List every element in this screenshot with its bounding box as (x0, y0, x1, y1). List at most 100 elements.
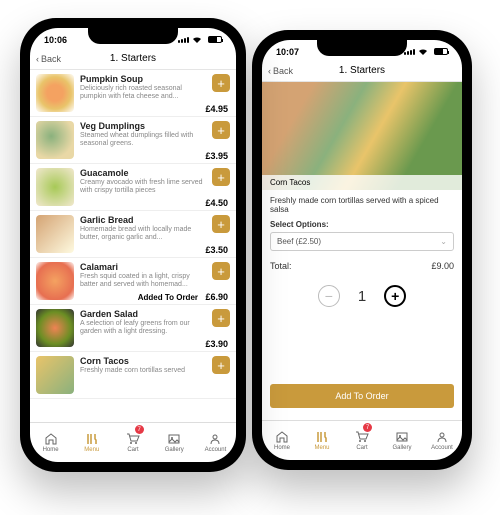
wifi-icon (192, 36, 202, 44)
cart-icon (125, 432, 141, 446)
option-value: Beef (£2.50) (277, 237, 321, 246)
item-name: Guacamole (80, 168, 206, 178)
notch (88, 28, 178, 44)
item-name: Calamari (80, 262, 206, 272)
tab-menu[interactable]: Menu (302, 421, 342, 460)
tab-bar: Home Menu 7 Cart Gallery Account (262, 420, 462, 460)
page-title: 1. Starters (110, 53, 156, 64)
signal-icon (178, 37, 189, 43)
screen-left: 10:06 ‹ Back 1. Starters Pumpkin SoupDel… (30, 28, 236, 462)
tab-gallery[interactable]: Gallery (154, 423, 195, 462)
item-image (36, 168, 74, 206)
chevron-left-icon: ‹ (36, 54, 39, 64)
status-time: 10:07 (276, 47, 299, 57)
tab-menu[interactable]: Menu (71, 423, 112, 462)
tab-account[interactable]: Account (422, 421, 462, 460)
item-price: £6.90 (205, 292, 228, 302)
item-desc: Fresh squid coated in a light, crispy ba… (80, 273, 206, 290)
chevron-left-icon: ‹ (268, 66, 271, 76)
list-item[interactable]: CalamariFresh squid coated in a light, c… (30, 258, 236, 305)
menu-icon (314, 430, 330, 444)
list-item[interactable]: Veg DumplingsSteamed wheat dumplings fil… (30, 117, 236, 164)
item-detail: Freshly made corn tortillas served with … (262, 190, 462, 420)
add-button[interactable]: + (212, 356, 230, 374)
home-icon (43, 432, 59, 446)
gallery-icon (394, 430, 410, 444)
tab-label: Account (205, 447, 227, 453)
battery-icon (434, 48, 448, 55)
cart-badge: 7 (363, 423, 372, 432)
item-name: Garden Salad (80, 309, 206, 319)
qty-minus-button[interactable]: − (318, 285, 340, 307)
add-to-order-button[interactable]: Add To Order (270, 384, 454, 408)
list-item[interactable]: Pumpkin SoupDeliciously rich roasted sea… (30, 70, 236, 117)
item-desc: Deliciously rich roasted seasonal pumpki… (80, 85, 206, 102)
add-button[interactable]: + (212, 262, 230, 280)
select-options-label: Select Options: (270, 220, 454, 229)
list-item[interactable]: Garlic BreadHomemade bread with locally … (30, 211, 236, 258)
total-value: £9.00 (431, 261, 454, 271)
item-desc: Steamed wheat dumplings filled with seas… (80, 132, 206, 149)
phone-left: 10:06 ‹ Back 1. Starters Pumpkin SoupDel… (20, 18, 246, 472)
tab-label: Menu (84, 447, 99, 453)
item-desc: A selection of leafy greens from our gar… (80, 320, 206, 337)
add-button[interactable]: + (212, 74, 230, 92)
item-desc: Creamy avocado with fresh lime served wi… (80, 179, 206, 196)
phone-right: 10:07 ‹ Back 1. Starters Corn Tacos Fres… (252, 30, 472, 470)
option-select[interactable]: Beef (£2.50) ⌄ (270, 232, 454, 251)
tab-label: Gallery (165, 447, 184, 453)
list-item[interactable]: Garden SaladA selection of leafy greens … (30, 305, 236, 352)
item-image (36, 121, 74, 159)
tab-account[interactable]: Account (195, 423, 236, 462)
wifi-icon (418, 48, 428, 56)
list-item[interactable]: GuacamoleCreamy avocado with fresh lime … (30, 164, 236, 211)
menu-icon (84, 432, 100, 446)
tab-label: Cart (127, 447, 138, 453)
item-price: £3.50 (205, 245, 228, 255)
menu-list[interactable]: Pumpkin SoupDeliciously rich roasted sea… (30, 70, 236, 422)
tab-label: Menu (314, 445, 329, 451)
back-button[interactable]: ‹ Back (36, 54, 61, 64)
back-label: Back (273, 66, 293, 76)
page-title: 1. Starters (339, 65, 385, 76)
item-price: £4.50 (205, 198, 228, 208)
tab-cart[interactable]: 7 Cart (342, 421, 382, 460)
item-price: £3.95 (205, 151, 228, 161)
battery-icon (208, 36, 222, 43)
total-label: Total: (270, 261, 292, 271)
item-image (36, 215, 74, 253)
tab-cart[interactable]: 7 Cart (112, 423, 153, 462)
tab-home[interactable]: Home (30, 423, 71, 462)
item-name: Corn Tacos (80, 356, 206, 366)
list-item[interactable]: Corn TacosFreshly made corn tortillas se… (30, 352, 236, 399)
account-icon (434, 430, 450, 444)
nav-bar: ‹ Back 1. Starters (30, 48, 236, 70)
added-label: Added To Order (138, 293, 198, 302)
tab-gallery[interactable]: Gallery (382, 421, 422, 460)
add-button[interactable]: + (212, 215, 230, 233)
add-button[interactable]: + (212, 309, 230, 327)
add-button[interactable]: + (212, 168, 230, 186)
item-detail-desc: Freshly made corn tortillas served with … (270, 196, 454, 214)
nav-bar: ‹ Back 1. Starters (262, 60, 462, 82)
tab-label: Account (431, 445, 453, 451)
tab-label: Home (274, 445, 290, 451)
add-button[interactable]: + (212, 121, 230, 139)
item-price: £4.95 (205, 104, 228, 114)
qty-plus-button[interactable]: + (384, 285, 406, 307)
item-desc: Freshly made corn tortillas served (80, 367, 206, 375)
quantity-stepper: − 1 + (270, 285, 454, 307)
item-price: £3.90 (205, 339, 228, 349)
item-name: Garlic Bread (80, 215, 206, 225)
account-icon (207, 432, 223, 446)
item-image (36, 356, 74, 394)
tab-label: Cart (356, 445, 367, 451)
tab-home[interactable]: Home (262, 421, 302, 460)
back-button[interactable]: ‹ Back (268, 66, 293, 76)
item-name: Pumpkin Soup (80, 74, 206, 84)
item-name: Veg Dumplings (80, 121, 206, 131)
cart-badge: 7 (135, 425, 144, 434)
back-label: Back (41, 54, 61, 64)
cart-icon (354, 430, 370, 444)
item-hero-name: Corn Tacos (262, 175, 462, 190)
